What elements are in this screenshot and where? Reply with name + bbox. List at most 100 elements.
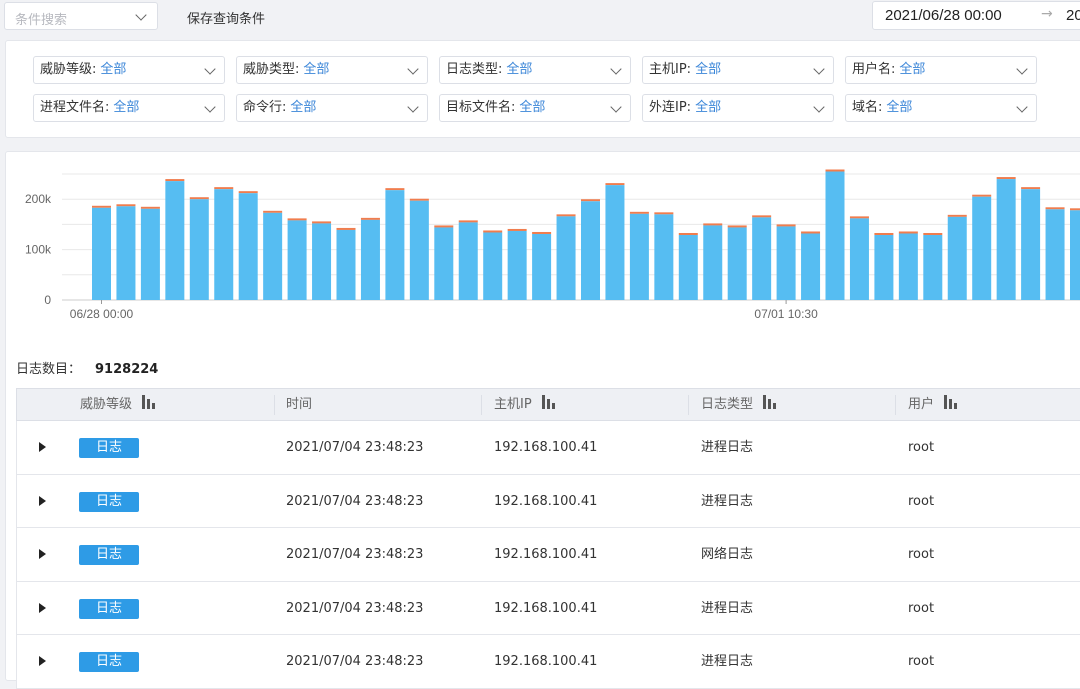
y-tick-label: 200k <box>25 192 52 206</box>
bar-segment-top <box>238 191 258 194</box>
log-table: 威胁等级 时间 主机IP 日志类型 用户 日志 2021/07/04 23:48… <box>16 388 1080 689</box>
bar <box>214 189 234 300</box>
bar-chart-icon[interactable] <box>142 395 158 409</box>
table-row[interactable]: 日志 2021/07/04 23:48:23 192.168.100.41 网络… <box>16 528 1080 582</box>
table-row[interactable]: 日志 2021/07/04 23:48:23 192.168.100.41 进程… <box>16 635 1080 689</box>
date-range-picker[interactable]: 2021/06/28 00:00 → 20 <box>872 1 1080 30</box>
filter-process-filename[interactable]: 进程文件名: 全部 <box>33 94 225 122</box>
filter-value: 全部 <box>303 62 330 77</box>
column-header-host-ip[interactable]: 主机IP <box>494 389 558 420</box>
column-divider <box>895 395 896 415</box>
filter-username[interactable]: 用户名: 全部 <box>845 56 1037 84</box>
save-query-button[interactable]: 保存查询条件 <box>187 8 265 27</box>
bar-segment-top <box>898 231 918 234</box>
column-header-threat-level[interactable]: 威胁等级 <box>80 389 158 420</box>
bar-segment-top <box>581 199 600 202</box>
log-count: 日志数目： 9128224 <box>16 358 158 377</box>
log-count-label: 日志数目： <box>16 362 82 377</box>
table-row[interactable]: 日志 2021/07/04 23:48:23 192.168.100.41 进程… <box>16 421 1080 475</box>
expand-row-icon[interactable] <box>39 656 46 666</box>
bar <box>556 216 576 300</box>
bar-segment-top <box>776 224 796 227</box>
top-bar: 条件搜索 保存查询条件 2021/06/28 00:00 → 20 <box>0 0 1080 32</box>
bar <box>434 227 454 300</box>
cell-user: root <box>908 654 935 669</box>
expand-row-icon[interactable] <box>39 602 46 613</box>
date-range-start[interactable]: 2021/06/28 00:00 <box>885 7 1002 24</box>
expand-row-icon[interactable] <box>39 442 46 452</box>
cell-log-type: 进程日志 <box>701 654 754 669</box>
bar <box>996 179 1016 300</box>
log-histogram-chart[interactable]: 0 100k 200k 06/28 00:00 07/01 10:30 <box>6 152 1080 332</box>
bar-segment-top <box>801 231 821 234</box>
chevron-down-icon <box>1016 63 1028 75</box>
filter-outbound-ip[interactable]: 外连IP: 全部 <box>642 94 834 122</box>
column-title: 日志类型 <box>701 397 754 412</box>
filter-label: 域名: <box>852 100 883 115</box>
bar <box>874 235 894 300</box>
filter-host-ip[interactable]: 主机IP: 全部 <box>642 56 834 84</box>
cell-host-ip: 192.168.100.41 <box>494 600 598 616</box>
bar <box>1021 189 1041 300</box>
expand-row-icon[interactable] <box>39 495 46 506</box>
table-row[interactable]: 日志 2021/07/04 23:48:23 192.168.100.41 进程… <box>16 581 1080 635</box>
expand-row-icon[interactable] <box>39 549 46 559</box>
bar <box>654 214 674 300</box>
filter-domain[interactable]: 域名: 全部 <box>845 94 1037 122</box>
chevron-down-icon <box>407 63 419 75</box>
bar-segment-top <box>556 214 576 217</box>
threat-level-badge: 日志 <box>79 438 139 458</box>
bar-segment-top <box>287 218 307 221</box>
filter-threat-type[interactable]: 威胁类型: 全部 <box>236 56 428 84</box>
bar <box>776 226 796 300</box>
date-range-end[interactable]: 20 <box>1066 7 1080 24</box>
cell-host-ip: 192.168.100.41 <box>494 440 598 455</box>
bar-chart-icon[interactable] <box>944 395 960 409</box>
bar <box>678 235 698 300</box>
chevron-down-icon <box>204 101 216 113</box>
threat-level-badge: 日志 <box>79 598 139 619</box>
chevron-down-icon <box>813 63 825 75</box>
bar-segment-top <box>605 183 625 186</box>
bar <box>312 223 332 300</box>
condition-search-select[interactable]: 条件搜索 <box>4 2 158 30</box>
bar <box>629 213 649 300</box>
bar <box>189 199 209 300</box>
filter-command-line[interactable]: 命令行: 全部 <box>236 94 428 122</box>
bar <box>849 218 869 300</box>
cell-host-ip: 192.168.100.41 <box>494 493 598 509</box>
bar-segment-top <box>165 179 185 182</box>
filter-threat-level[interactable]: 威胁等级: 全部 <box>33 56 225 84</box>
x-tick-label: 06/28 00:00 <box>70 307 134 321</box>
cell-time: 2021/07/04 23:48:23 <box>286 493 424 509</box>
bar <box>92 207 111 300</box>
filter-value: 全部 <box>519 100 546 115</box>
filter-value: 全部 <box>100 62 127 77</box>
filter-label: 进程文件名: <box>40 100 110 115</box>
column-header-time[interactable]: 时间 <box>286 389 312 420</box>
bar-chart-icon[interactable] <box>541 395 558 409</box>
bar <box>825 171 845 300</box>
bar-segment-top <box>947 214 967 217</box>
table-row[interactable]: 日志 2021/07/04 23:48:23 192.168.100.41 进程… <box>16 474 1080 528</box>
column-divider <box>274 395 275 415</box>
filter-target-filename[interactable]: 目标文件名: 全部 <box>439 94 631 122</box>
bar <box>801 233 821 300</box>
bar-chart-icon[interactable] <box>763 395 779 409</box>
column-divider <box>688 395 689 415</box>
bar-segment-top <box>263 210 283 213</box>
bar <box>165 181 185 300</box>
bar <box>752 217 772 300</box>
filter-value: 全部 <box>506 62 533 77</box>
bar-segment-top <box>360 217 380 220</box>
bar <box>947 216 967 300</box>
bar-segment-top <box>629 211 649 214</box>
cell-log-type: 进程日志 <box>701 440 754 455</box>
column-header-log-type[interactable]: 日志类型 <box>701 389 779 420</box>
filter-log-type[interactable]: 日志类型: 全部 <box>439 56 631 84</box>
column-header-user[interactable]: 用户 <box>908 389 960 420</box>
threat-level-badge: 日志 <box>79 491 139 512</box>
cell-user: root <box>908 547 935 562</box>
bar <box>1070 210 1080 300</box>
bar-segment-top <box>703 223 723 226</box>
